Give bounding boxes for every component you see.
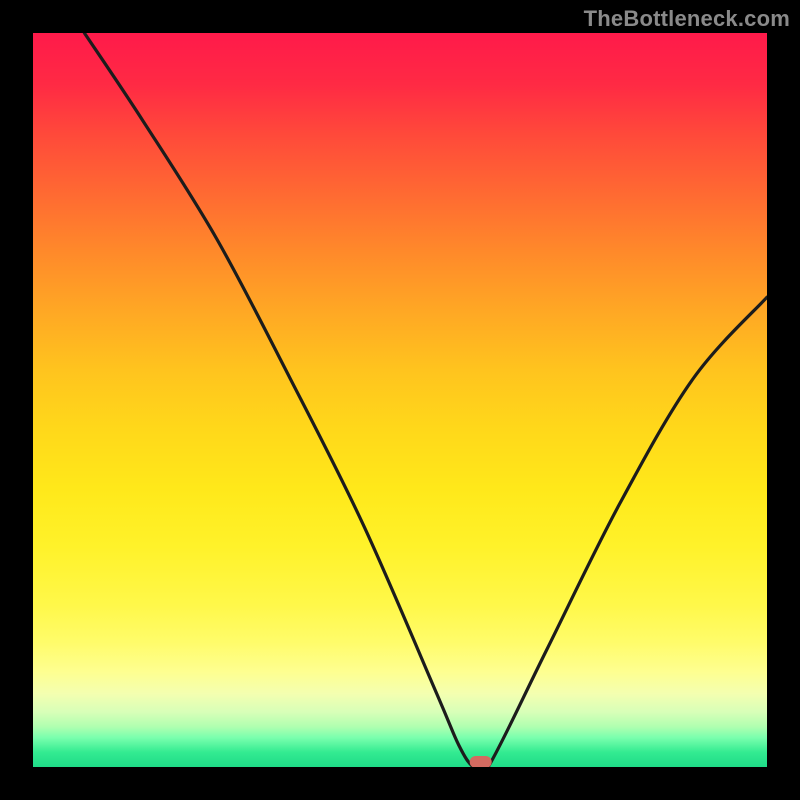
chart-frame: TheBottleneck.com	[0, 0, 800, 800]
plot-area	[33, 33, 767, 767]
bottleneck-curve	[84, 33, 767, 767]
minimum-marker	[470, 756, 492, 767]
watermark-text: TheBottleneck.com	[584, 6, 790, 32]
curve-svg	[33, 33, 767, 767]
